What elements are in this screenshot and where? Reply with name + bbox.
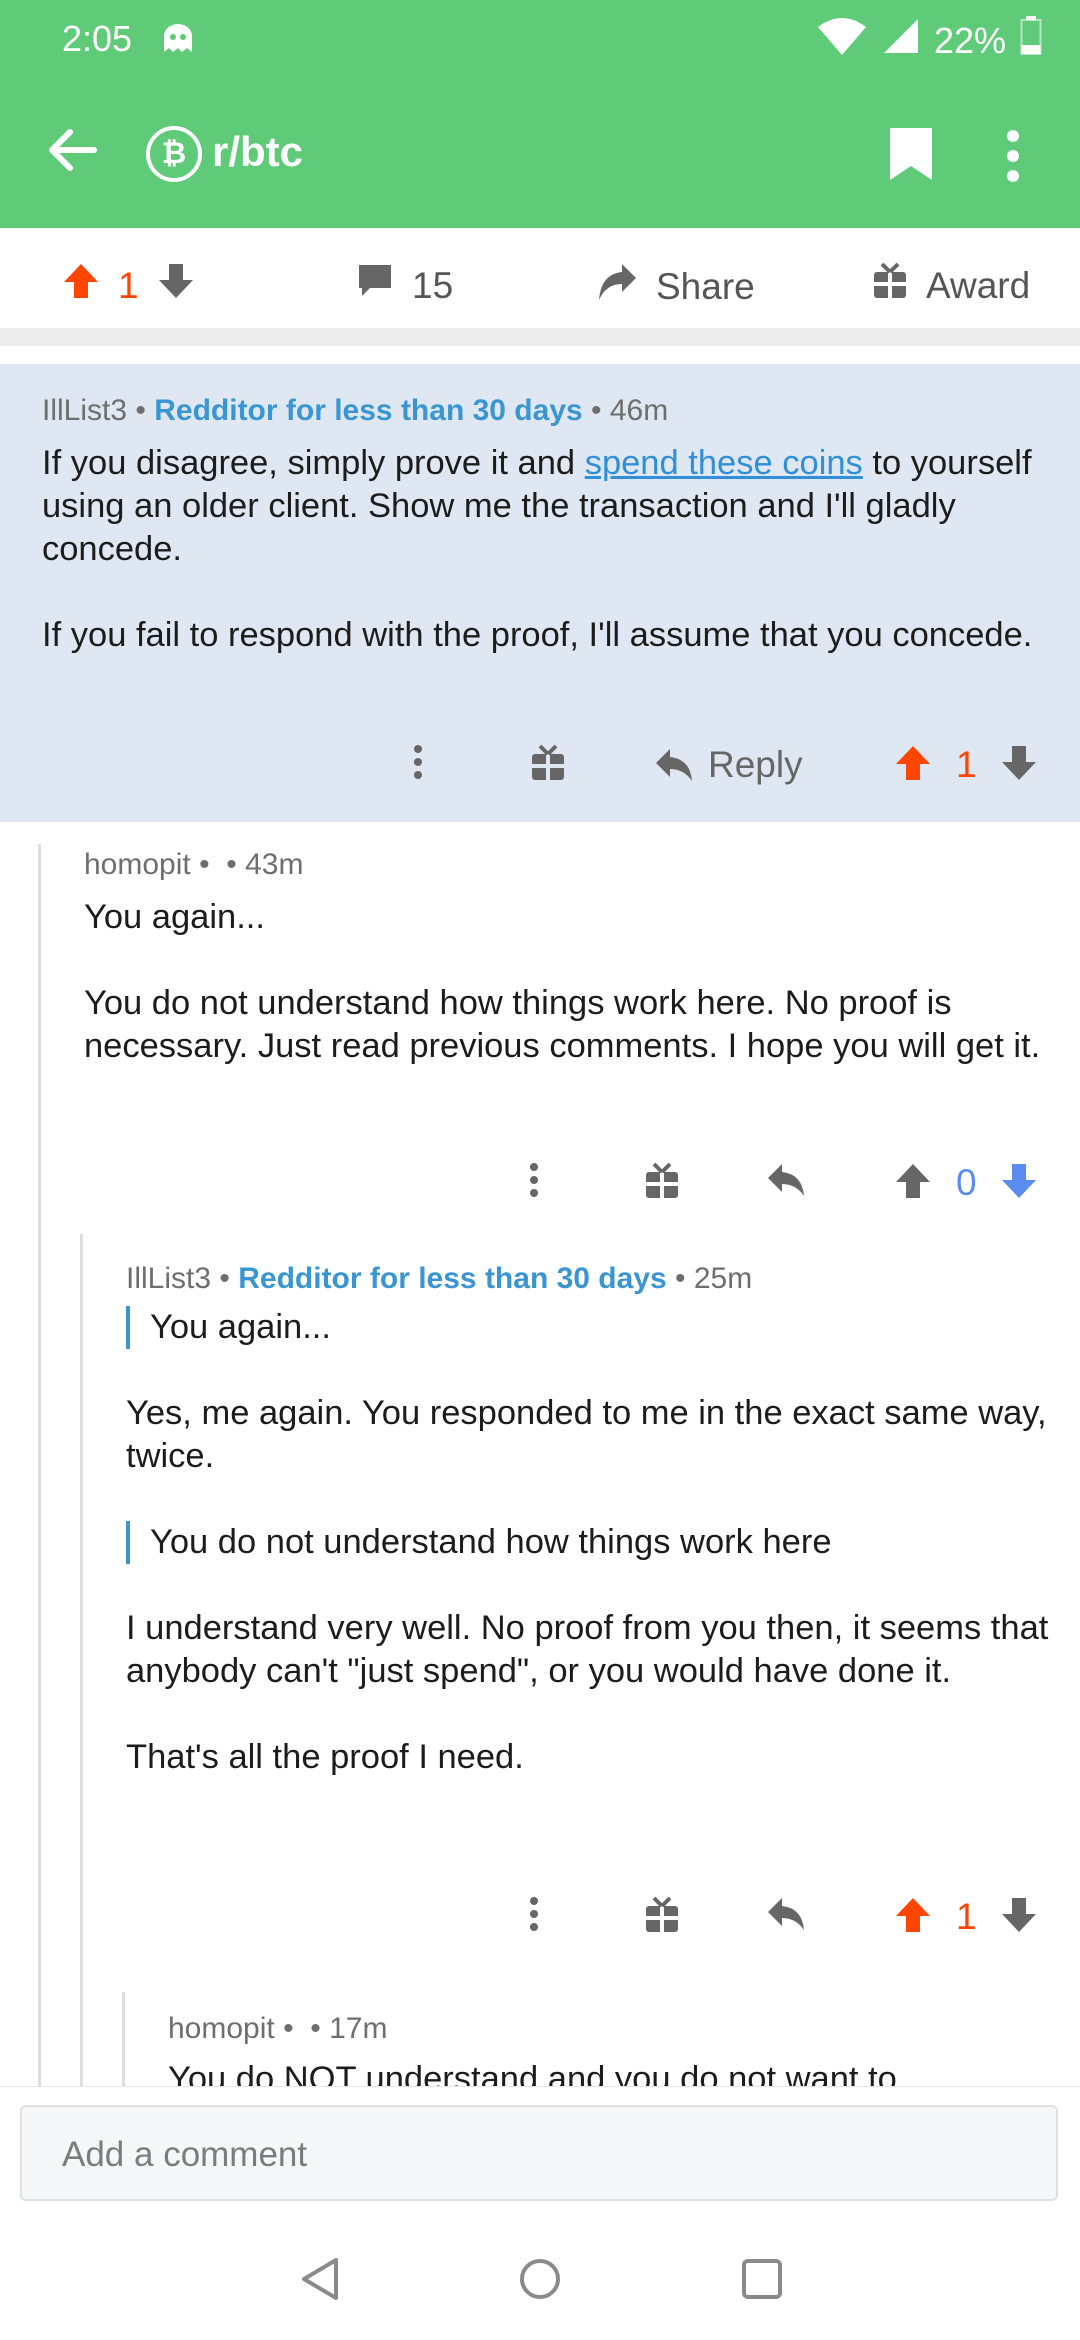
comment-score: 0 [956, 1162, 977, 1203]
more-vert-icon[interactable] [528, 1162, 540, 1198]
signal-icon [882, 17, 920, 64]
award-button[interactable]: Award [872, 262, 1030, 309]
comment-meta: IllList3 • Redditor for less than 30 day… [42, 394, 669, 427]
downvote-icon[interactable] [1000, 1896, 1038, 1934]
gift-icon[interactable] [530, 744, 566, 782]
comment-age: 25m [693, 1262, 753, 1295]
award-label: Award [926, 264, 1031, 306]
comment-text: If you disagree, simply prove it and [42, 444, 585, 482]
post-vote-group: 1 [62, 262, 195, 309]
nav-home-icon[interactable] [518, 2256, 562, 2307]
comment-age: 46m [609, 394, 669, 427]
upvote-icon[interactable] [894, 1162, 932, 1200]
comment-meta: IllList3 • Redditor for less than 30 day… [126, 1262, 753, 1295]
comment-paragraph: If you fail to respond with the proof, I… [42, 616, 1033, 654]
comment-icon [356, 262, 394, 309]
share-button[interactable]: Share [596, 262, 755, 311]
comment-count: 15 [412, 264, 454, 306]
reply-button[interactable]: Reply [654, 744, 803, 786]
comment-score: 1 [956, 744, 977, 785]
downvote-icon[interactable] [1000, 744, 1038, 782]
reply-icon[interactable] [766, 1896, 806, 1932]
downvote-icon[interactable] [157, 262, 195, 309]
comment-body: You again... You do not understand how t… [84, 896, 1044, 1068]
user-flair: Redditor for less than 30 days [238, 1262, 667, 1295]
comment-body: If you disagree, simply prove it and spe… [42, 442, 1042, 657]
thread-line [80, 1234, 83, 2086]
system-nav-bar [0, 2210, 1080, 2340]
back-arrow-icon[interactable] [44, 122, 100, 183]
comment-body: You do NOT understand and you do not wan… [168, 2058, 1058, 2086]
more-vert-icon[interactable] [412, 744, 424, 780]
thread-line [122, 1992, 125, 2086]
comment-author[interactable]: homopit [84, 848, 191, 881]
comment-paragraph: You do not understand how things work he… [84, 984, 1041, 1065]
comment-paragraph: You do NOT understand and you do not wan… [168, 2060, 897, 2086]
comment-list: IllList3 • Redditor for less than 30 day… [0, 364, 1080, 2086]
comment-meta: homopit • • 17m [168, 2012, 388, 2045]
comment-actions: Reply 1 [0, 744, 1080, 804]
comment-author[interactable]: homopit [168, 2012, 275, 2045]
comment-meta: homopit • • 43m [84, 848, 304, 881]
comment-link[interactable]: spend these coins [585, 444, 863, 482]
post-action-bar: 1 15 Share Award [0, 228, 1080, 346]
blockquote: You do not understand how things work he… [126, 1521, 1056, 1564]
reply-icon [656, 749, 692, 781]
status-right: 22% [816, 16, 1042, 65]
status-bar: 2:05 22% [0, 0, 1080, 80]
app-bar: ₿ r/btc [0, 80, 1080, 228]
reply-icon[interactable] [766, 1162, 806, 1198]
bookmark-icon[interactable] [888, 126, 934, 187]
comment-actions: 1 [0, 1896, 1080, 1956]
comments-button[interactable]: 15 [356, 262, 453, 309]
more-vert-icon[interactable] [1004, 128, 1022, 189]
comment-paragraph: I understand very well. No proof from yo… [126, 1609, 1049, 1690]
user-flair: Redditor for less than 30 days [154, 394, 583, 427]
wifi-icon [816, 17, 868, 64]
comment-highlighted: IllList3 • Redditor for less than 30 day… [0, 364, 1080, 822]
downvote-icon[interactable] [1000, 1162, 1038, 1200]
gift-icon[interactable] [644, 1896, 680, 1934]
battery-icon [1020, 16, 1042, 65]
comment-author[interactable]: IllList3 [42, 394, 127, 427]
share-label: Share [656, 265, 755, 307]
gift-icon [872, 262, 908, 309]
nav-recents-icon[interactable] [740, 2256, 784, 2307]
ghost-icon [158, 22, 198, 63]
post-score: 1 [118, 264, 139, 306]
comment-actions: 0 [0, 1162, 1080, 1222]
comment-age: 43m [245, 848, 304, 881]
status-time: 2:05 [62, 18, 133, 59]
comment-paragraph: Yes, me again. You responded to me in th… [126, 1394, 1047, 1475]
reply-label: Reply [708, 744, 803, 785]
screen: { "status": {"time": "2:05", "battery": … [0, 0, 1080, 2340]
subreddit-logo[interactable]: ₿ [146, 126, 202, 182]
comment-age: 17m [329, 2012, 388, 2045]
comment-author[interactable]: IllList3 [126, 1262, 211, 1295]
comment-score: 1 [956, 1896, 977, 1937]
battery-percent: 22% [933, 19, 1006, 61]
upvote-icon[interactable] [894, 744, 932, 782]
more-vert-icon[interactable] [528, 1896, 540, 1932]
comment-paragraph: That's all the proof I need. [126, 1738, 524, 1776]
comment-composer: Add a comment [0, 2086, 1080, 2210]
gift-icon[interactable] [644, 1162, 680, 1200]
subreddit-name[interactable]: r/btc [212, 128, 303, 176]
add-comment-input[interactable]: Add a comment [20, 2105, 1058, 2201]
blockquote: You again... [126, 1306, 1056, 1349]
upvote-icon[interactable] [62, 262, 100, 309]
nav-back-icon[interactable] [298, 2256, 342, 2307]
comment-paragraph: You again... [84, 898, 265, 936]
upvote-icon[interactable] [894, 1896, 932, 1934]
comment-body: You again... Yes, me again. You responde… [126, 1306, 1056, 1779]
share-icon [596, 262, 638, 311]
